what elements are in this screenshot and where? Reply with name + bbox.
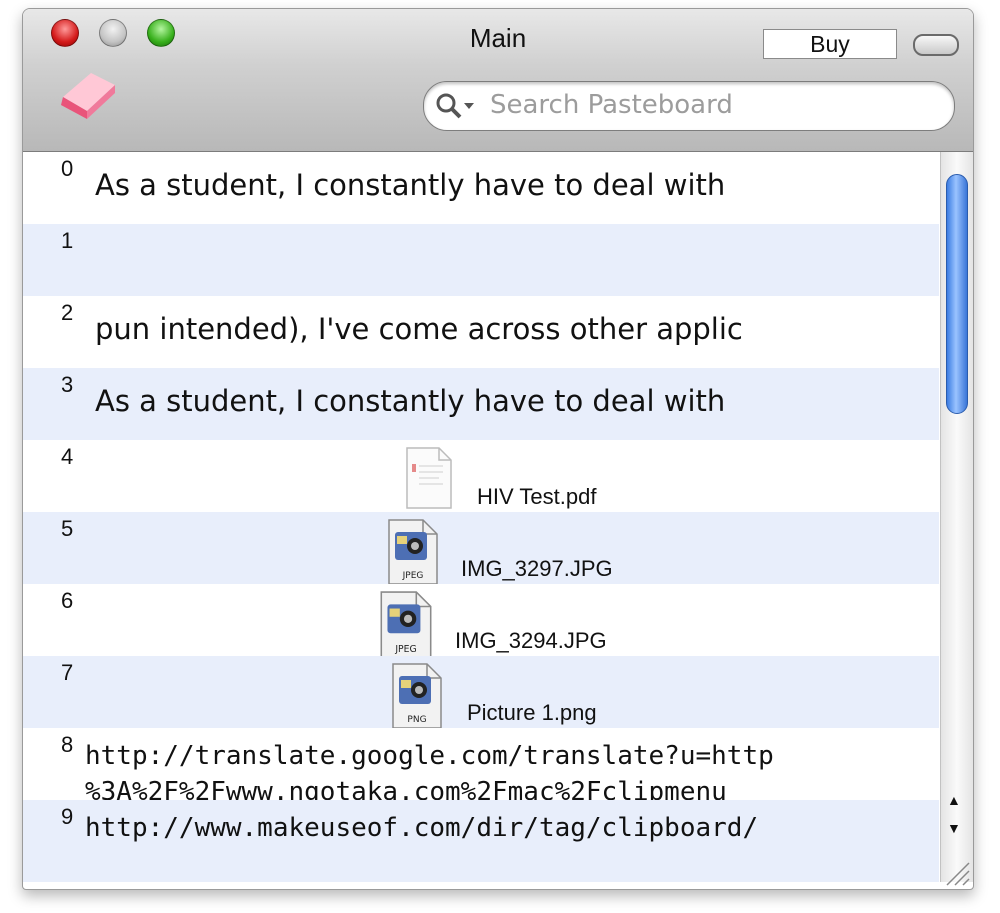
list-item[interactable]: 3 As a student, I constantly have to dea…	[23, 368, 939, 440]
file-name: HIV Test.pdf	[477, 484, 597, 509]
item-url: http://www.makeuseof.com/dir/tag/clipboa…	[85, 810, 758, 846]
list-item[interactable]: 6 JPEG IMG_3294.JPG	[23, 584, 939, 659]
list-item[interactable]: 2 pun intended), I've come across other …	[23, 296, 939, 368]
svg-text:JPEG: JPEG	[394, 644, 416, 655]
scroll-up-arrow-icon[interactable]: ▲	[947, 792, 961, 808]
vertical-scrollbar[interactable]: ▲ ▼	[940, 152, 973, 882]
item-index: 2	[61, 300, 74, 325]
item-index: 0	[61, 156, 74, 181]
item-index: 7	[61, 660, 74, 685]
item-index: 4	[61, 444, 74, 469]
svg-text:PNG: PNG	[407, 715, 426, 725]
pdf-file-icon	[406, 447, 452, 509]
file-name: IMG_3297.JPG	[461, 556, 613, 581]
list-item[interactable]: 5 JPEG IMG_3297.JPG	[23, 512, 939, 585]
svg-text:JPEG: JPEG	[402, 571, 424, 581]
url-line: http://translate.google.com/translate?u=…	[85, 741, 774, 771]
url-line: http://www.makeuseof.com/dir/tag/clipboa…	[85, 813, 759, 843]
item-text: As a student, I constantly have to deal …	[95, 384, 726, 418]
file-name: IMG_3294.JPG	[455, 628, 607, 653]
item-text: pun intended), I've come across other ap…	[95, 312, 743, 346]
item-index: 9	[61, 804, 74, 829]
pasteboard-window: Main Buy 0 As a student, I constantly ha…	[22, 8, 974, 890]
scroll-down-arrow-icon[interactable]: ▼	[947, 820, 961, 836]
list-item[interactable]: 8 http://translate.google.com/translate?…	[23, 728, 939, 807]
resize-grip-icon[interactable]	[937, 853, 973, 889]
item-index: 1	[61, 228, 74, 253]
jpeg-file-icon: JPEG	[380, 591, 432, 659]
file-name: Picture 1.png	[467, 700, 597, 725]
clear-history-button[interactable]	[57, 67, 119, 126]
search-input[interactable]	[490, 88, 930, 122]
list-item[interactable]: 0 As a student, I constantly have to dea…	[23, 152, 939, 224]
item-index: 8	[61, 732, 74, 757]
list-item[interactable]: 4 HIV Test.pdf	[23, 440, 939, 512]
jpeg-file-icon: JPEG	[388, 519, 438, 585]
item-text: As a student, I constantly have to deal …	[95, 168, 726, 202]
list-item[interactable]: 7 PNG Picture 1.png	[23, 656, 939, 729]
png-file-icon: PNG	[392, 663, 442, 729]
eraser-icon	[61, 73, 115, 119]
title-bar[interactable]: Main Buy	[23, 9, 973, 152]
scroll-thumb[interactable]	[946, 174, 968, 414]
item-index: 5	[61, 516, 74, 541]
toolbar-toggle-button[interactable]	[913, 34, 959, 56]
buy-button[interactable]: Buy	[763, 29, 897, 59]
list-item[interactable]: 9 http://www.makeuseof.com/dir/tag/clipb…	[23, 800, 939, 882]
item-index: 3	[61, 372, 74, 397]
list-item[interactable]: 1	[23, 224, 939, 296]
item-index: 6	[61, 588, 74, 613]
search-icon[interactable]	[434, 91, 480, 121]
clipboard-list: 0 As a student, I constantly have to dea…	[23, 152, 939, 882]
search-field[interactable]	[423, 81, 955, 131]
